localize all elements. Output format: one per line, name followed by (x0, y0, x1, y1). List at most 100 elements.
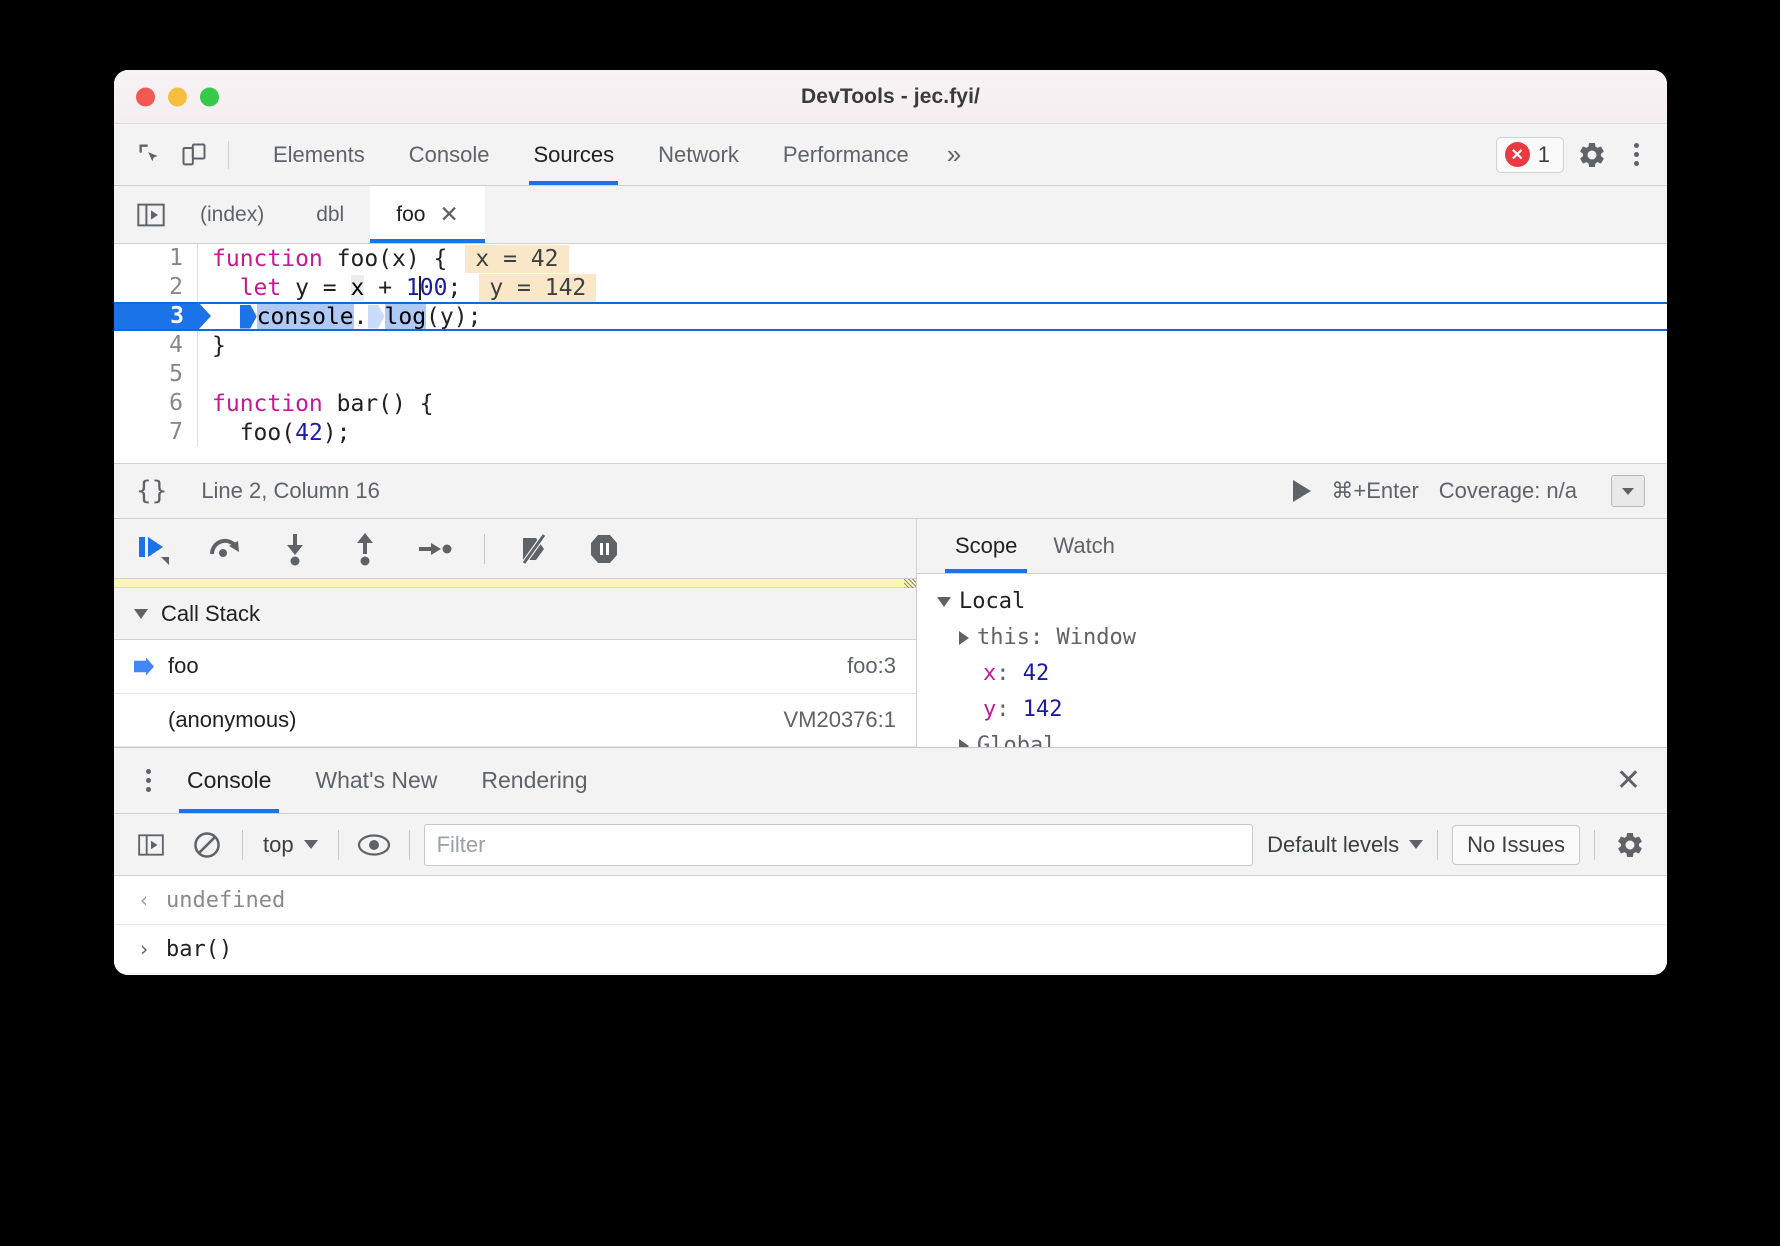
error-count-label: 1 (1538, 142, 1550, 168)
devtools-window: DevTools - jec.fyi/ Elements Console Sou… (114, 70, 1667, 975)
call-stack-header[interactable]: Call Stack (114, 588, 916, 640)
console-toolbar-divider (338, 830, 339, 860)
devtools-toolbar: Elements Console Sources Network Perform… (114, 124, 1667, 186)
minimize-window-button[interactable] (168, 87, 187, 106)
debugger-toolbar (114, 519, 916, 579)
error-count-badge[interactable]: ✕ 1 (1496, 137, 1564, 173)
scope-row-y[interactable]: y: 142 (937, 692, 1667, 728)
scope-group-local[interactable]: Local (937, 584, 1667, 620)
live-expression-icon[interactable] (353, 824, 395, 866)
scope-pane: Scope Watch Local this: Window x: 42 y: … (917, 519, 1667, 747)
call-stack-location: foo:3 (847, 653, 896, 679)
code-text: function foo(x) {x = 42 (198, 246, 569, 272)
code-text: console.log(y); (198, 304, 481, 330)
tab-sources[interactable]: Sources (511, 124, 636, 185)
console-prompt[interactable]: › (114, 974, 1667, 975)
step-into-icon[interactable] (274, 528, 316, 570)
file-tab-dbl[interactable]: dbl (290, 186, 370, 243)
scope-row-x[interactable]: x: 42 (937, 656, 1667, 692)
execution-context-label: top (263, 832, 294, 858)
console-message-input: › bar() (114, 925, 1667, 974)
tab-performance[interactable]: Performance (761, 124, 931, 185)
scope-group-label: Local (959, 589, 1025, 614)
source-file-tabs: (index) dbl foo ✕ (114, 186, 1667, 244)
result-arrow-icon: ‹ (138, 888, 150, 912)
console-toolbar: top Filter Default levels No Issues (114, 814, 1667, 876)
console-toolbar-divider (242, 830, 243, 860)
code-line-1: 1 function foo(x) {x = 42 (114, 244, 1667, 273)
console-toolbar-divider (1594, 830, 1595, 860)
chevron-down-icon (304, 840, 318, 849)
gear-icon[interactable] (1570, 133, 1614, 177)
tab-console[interactable]: Console (387, 124, 512, 185)
line-number[interactable]: 4 (114, 331, 198, 360)
line-number[interactable]: 6 (114, 389, 198, 418)
tab-network[interactable]: Network (636, 124, 761, 185)
code-line-5: 5 (114, 360, 1667, 389)
console-message-text: bar() (166, 937, 232, 962)
log-levels-label: Default levels (1267, 832, 1399, 858)
call-stack-function-name: (anonymous) (168, 707, 296, 733)
window-title: DevTools - jec.fyi/ (114, 85, 1667, 109)
kebab-menu-icon[interactable] (1620, 133, 1653, 176)
cursor-position-label: Line 2, Column 16 (201, 478, 380, 504)
tab-elements[interactable]: Elements (251, 124, 387, 185)
show-navigator-icon[interactable] (128, 202, 174, 228)
line-number[interactable]: 1 (114, 244, 198, 273)
drawer-tab-whats-new[interactable]: What's New (293, 748, 459, 813)
filter-placeholder: Filter (437, 832, 486, 858)
deactivate-breakpoints-icon[interactable] (513, 528, 555, 570)
gear-icon[interactable] (1609, 824, 1651, 866)
collapse-drawer-icon[interactable] (1611, 475, 1645, 507)
resize-grip-icon[interactable] (904, 579, 916, 588)
run-snippet-icon[interactable] (1293, 480, 1311, 502)
file-tab-index[interactable]: (index) (174, 186, 290, 243)
step-icon[interactable] (414, 528, 456, 570)
resume-icon[interactable] (134, 528, 176, 570)
pretty-print-icon[interactable]: {} (136, 476, 167, 506)
code-editor[interactable]: 1 function foo(x) {x = 42 2 let y = x + … (114, 244, 1667, 463)
log-levels-select[interactable]: Default levels (1267, 832, 1423, 858)
line-number[interactable]: 7 (114, 418, 198, 447)
line-number-current[interactable]: 3 (114, 302, 198, 331)
more-panels-icon[interactable]: » (931, 139, 977, 170)
breakpoint-chip-ghost-icon[interactable] (368, 305, 385, 329)
step-over-icon[interactable] (204, 528, 246, 570)
breakpoint-chip-icon[interactable] (240, 305, 257, 329)
drawer-tab-console[interactable]: Console (165, 748, 293, 813)
code-text: let y = x + 100;y = 142 (198, 275, 596, 301)
call-stack-title: Call Stack (161, 601, 260, 627)
paused-indicator-strip (114, 579, 916, 588)
drawer-tab-rendering[interactable]: Rendering (459, 748, 609, 813)
close-drawer-icon[interactable]: ✕ (1590, 763, 1667, 798)
inline-value: x = 42 (465, 245, 568, 273)
issues-button[interactable]: No Issues (1452, 825, 1580, 865)
execution-context-select[interactable]: top (257, 832, 324, 858)
close-window-button[interactable] (136, 87, 155, 106)
tab-scope[interactable]: Scope (937, 519, 1035, 573)
scope-watch-tabs: Scope Watch (917, 519, 1667, 574)
filter-input[interactable]: Filter (424, 824, 1254, 866)
tab-watch[interactable]: Watch (1035, 519, 1133, 573)
inspect-icon[interactable] (128, 133, 172, 177)
clear-console-icon[interactable] (186, 824, 228, 866)
file-tab-label: (index) (200, 203, 264, 227)
line-number[interactable]: 2 (114, 273, 198, 302)
close-icon[interactable]: ✕ (439, 201, 458, 228)
scope-row-global[interactable]: Global (937, 728, 1667, 747)
line-number[interactable]: 5 (114, 360, 198, 389)
maximize-window-button[interactable] (200, 87, 219, 106)
console-sidebar-icon[interactable] (130, 824, 172, 866)
scope-row-this[interactable]: this: Window (937, 620, 1667, 656)
kebab-menu-icon[interactable] (132, 759, 165, 802)
code-text: } (198, 333, 226, 359)
step-out-icon[interactable] (344, 528, 386, 570)
call-stack-row-anonymous[interactable]: (anonymous) VM20376:1 (114, 694, 916, 747)
run-shortcut-label: ⌘+Enter (1331, 478, 1418, 504)
call-stack-row-foo[interactable]: foo foo:3 (114, 640, 916, 693)
inline-value: y = 142 (479, 274, 596, 302)
device-toggle-icon[interactable] (172, 133, 216, 177)
pause-on-exceptions-icon[interactable] (583, 528, 625, 570)
scope-property-name: y (983, 697, 996, 722)
file-tab-foo[interactable]: foo ✕ (370, 186, 484, 243)
